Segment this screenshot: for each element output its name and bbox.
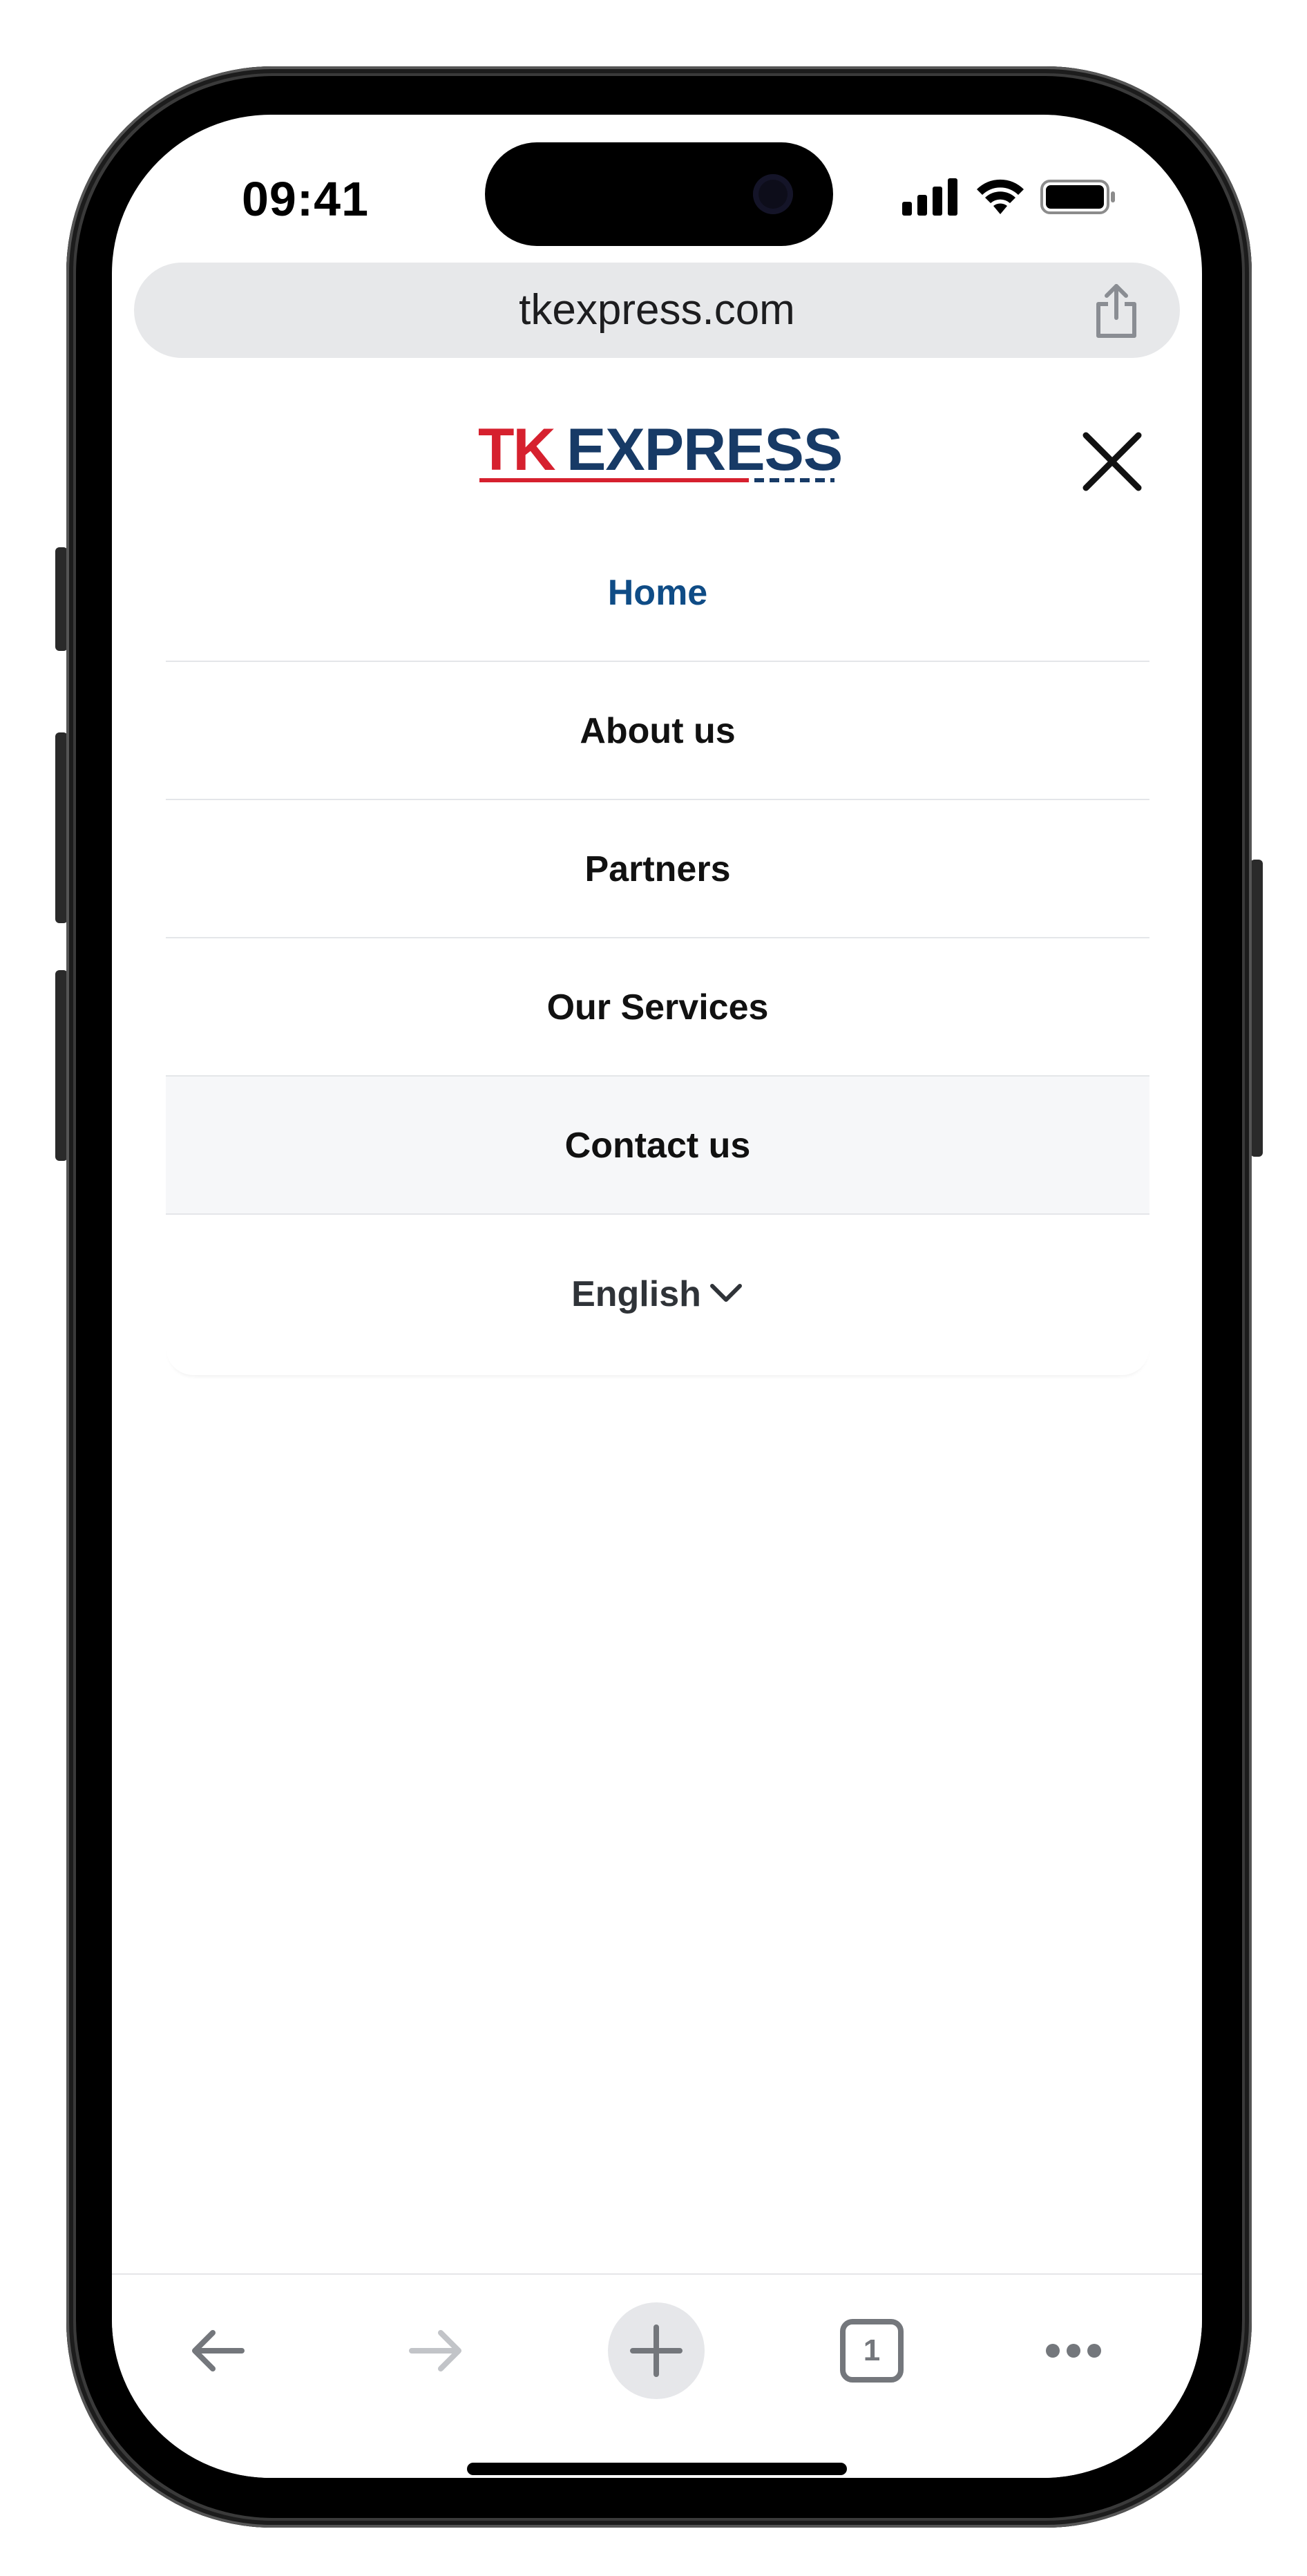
site-logo[interactable]: TK EXPRESS [478,417,843,483]
menu-item-our-services[interactable]: Our Services [166,938,1149,1077]
logo-suffix: EXPRESS [566,417,843,483]
dynamic-island [485,142,833,246]
new-tab-button[interactable] [608,2302,705,2399]
menu-item-contact-us[interactable]: Contact us [166,1077,1149,1215]
menu-item-about-us[interactable]: About us [166,662,1149,800]
battery-icon [1040,180,1115,214]
language-label: English [571,1274,701,1314]
chevron-down-icon [709,1284,742,1303]
plus-icon [630,2324,683,2377]
language-selector[interactable]: English [166,1215,1149,1375]
wifi-icon [977,179,1024,214]
navigation-menu: Home About us Partners Our Services Cont… [166,524,1149,1375]
arrow-left-icon[interactable] [170,2302,267,2399]
tabs-count: 1 [863,2333,881,2367]
home-indicator[interactable] [467,2463,847,2475]
tabs-button[interactable]: 1 [823,2302,920,2399]
share-icon[interactable] [1089,282,1144,340]
more-horizontal-icon[interactable] [1025,2302,1122,2399]
logo-underline [479,478,749,482]
power-button [1250,860,1263,1157]
browser-toolbar: 1 [112,2273,1202,2478]
logo-prefix: TK [478,417,556,483]
status-icons [902,176,1123,220]
status-time: 09:41 [241,172,370,226]
menu-item-partners[interactable]: Partners [166,800,1149,938]
arrow-right-icon[interactable] [387,2302,484,2399]
cellular-signal-icon [902,178,957,216]
close-icon[interactable] [1079,428,1145,495]
address-bar[interactable]: tkexpress.com [134,263,1180,358]
menu-item-home[interactable]: Home [166,524,1149,662]
language-selector-inner: English [166,1270,1149,1318]
phone-screen: 09:41 tkexpress.com TK EXPRESS Home Abou… [112,115,1202,2478]
logo-underline-dashes [754,478,834,482]
address-url[interactable]: tkexpress.com [272,263,1042,358]
front-camera [753,174,793,214]
